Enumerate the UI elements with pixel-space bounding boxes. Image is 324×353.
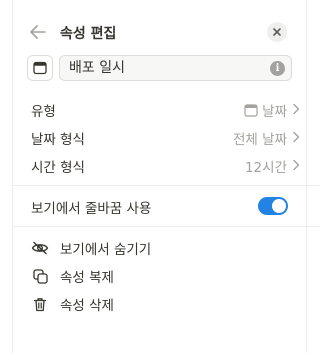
- property-name-input[interactable]: 배포 일시 i: [59, 55, 292, 81]
- property-name-value: 배포 일시: [69, 60, 125, 76]
- date-format-value: 전체 날짜: [233, 132, 287, 148]
- toggle-knob: [272, 199, 286, 213]
- back-button[interactable]: [27, 21, 49, 43]
- date-format-label: 날짜 형식: [31, 132, 85, 148]
- trash-icon: [31, 295, 49, 313]
- eye-slash-icon: [31, 239, 49, 257]
- property-type-value: 날짜: [262, 104, 287, 120]
- edit-property-panel: 속성 편집 배포 일시 i 유형 날짜 날짜 형식 전체 날짜 시간 형식 12…: [13, 0, 319, 353]
- time-format-value: 12시간: [244, 160, 287, 176]
- delete-property-label: 속성 삭제: [60, 298, 114, 314]
- duplicate-property-action[interactable]: 속성 복제: [13, 261, 306, 289]
- page: 속성 편집 배포 일시 i 유형 날짜 날짜 형식 전체 날짜 시간 형식 12…: [0, 0, 324, 353]
- property-icon-button[interactable]: [27, 55, 53, 81]
- info-icon[interactable]: i: [270, 61, 285, 76]
- wrap-in-view-toggle[interactable]: [258, 197, 288, 215]
- property-type-row[interactable]: 유형 날짜: [13, 95, 306, 123]
- panel-header: 속성 편집: [13, 17, 306, 47]
- duplicate-property-label: 속성 복제: [60, 270, 114, 286]
- hide-in-view-action[interactable]: 보기에서 숨기기: [13, 233, 306, 261]
- close-button[interactable]: [267, 22, 287, 42]
- time-format-label: 시간 형식: [31, 160, 85, 176]
- hide-in-view-label: 보기에서 숨기기: [60, 242, 152, 258]
- close-icon: [273, 28, 281, 36]
- time-format-row[interactable]: 시간 형식 12시간: [13, 151, 306, 179]
- left-pane-edge: [0, 0, 13, 353]
- property-type-label: 유형: [31, 104, 56, 120]
- date-format-row[interactable]: 날짜 형식 전체 날짜: [13, 123, 306, 151]
- duplicate-icon: [31, 267, 49, 285]
- property-type-value-group: 날짜: [244, 100, 287, 120]
- right-pane-edge: [306, 0, 324, 353]
- section-divider: [13, 226, 319, 227]
- wrap-in-view-row[interactable]: 보기에서 줄바꿈 사용: [13, 192, 306, 220]
- arrow-left-icon: [30, 25, 46, 39]
- panel-title: 속성 편집: [60, 26, 117, 42]
- delete-property-action[interactable]: 속성 삭제: [13, 289, 306, 317]
- calendar-icon: [33, 61, 47, 75]
- property-name-row: 배포 일시 i: [27, 55, 292, 83]
- calendar-icon: [244, 103, 258, 117]
- wrap-in-view-label: 보기에서 줄바꿈 사용: [31, 201, 152, 217]
- section-divider: [13, 185, 319, 186]
- chevron-right-icon: [293, 131, 300, 143]
- chevron-right-icon: [293, 103, 300, 115]
- chevron-right-icon: [293, 159, 300, 171]
